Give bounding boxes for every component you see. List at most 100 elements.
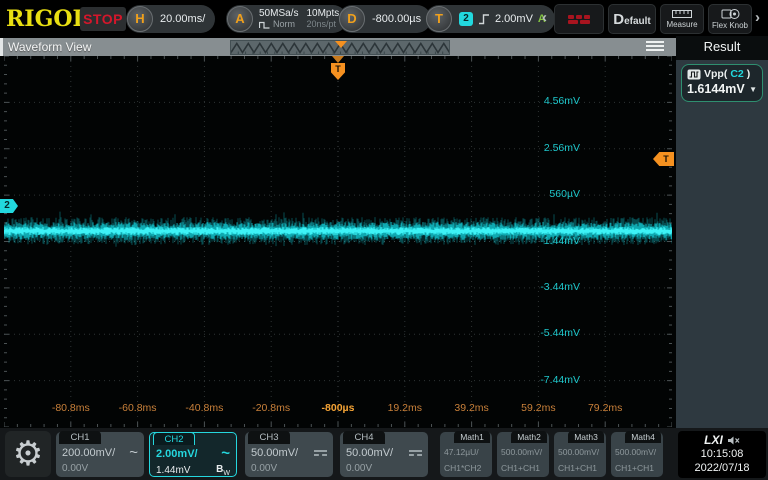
- math-expression: CH1+CH1: [501, 463, 540, 473]
- measure-button[interactable]: Measure: [660, 4, 704, 34]
- knob-icon: [720, 8, 740, 20]
- acquisition-group[interactable]: A 50MSa/s Norm 10Mpts 20ns/pt: [226, 5, 347, 33]
- oscilloscope-screen: RIGOL STOP H 20.00ms/ A 50MSa/s Norm 10M…: [0, 0, 768, 480]
- channel-tab: CH2: [153, 432, 195, 445]
- math-card-math2[interactable]: Math2 500.00mV/ CH1+CH1: [497, 432, 549, 477]
- math-tab: Math2: [511, 431, 547, 443]
- gear-icon: ⚙: [13, 435, 43, 473]
- waveform-view-tab-bar: Waveform View: [0, 38, 676, 56]
- math-scale: 47.12µU/: [444, 447, 479, 457]
- result-panel-title: Result: [676, 36, 768, 60]
- time-axis-label: 19.2ms: [388, 402, 422, 414]
- speaker-muted-icon: [727, 435, 740, 446]
- voltage-axis-label: -1.44mV: [540, 235, 580, 247]
- time-axis-label: -800µs: [322, 402, 355, 414]
- channel-card-ch3[interactable]: CH3 50.00mV/ 0.00V: [245, 432, 333, 477]
- channel-scale: 50.00mV/: [251, 447, 298, 459]
- channel-offset: 0.00V: [62, 463, 88, 474]
- trigger-level-value: 2.00mV: [495, 13, 533, 25]
- measurement-name: Vpp(: [704, 68, 727, 80]
- hamburger-menu-icon[interactable]: [646, 41, 664, 53]
- measurement-name-suffix: ): [747, 68, 751, 80]
- channel-offset: 0.00V: [251, 463, 277, 474]
- tab-accent: [0, 38, 3, 56]
- channel-card-ch1[interactable]: CH1 200.00mV/~ 0.00V: [56, 432, 144, 477]
- default-button[interactable]: Default: [608, 4, 656, 34]
- ac-coupling-icon: ~: [221, 449, 230, 459]
- measurement-type-icon: [687, 69, 701, 80]
- waveform-overview-strip[interactable]: [230, 40, 450, 55]
- dc-coupling-icon: [314, 450, 327, 457]
- measurement-source: C2: [730, 68, 743, 80]
- run-state-badge[interactable]: STOP: [80, 7, 126, 31]
- channel-tab: CH4: [343, 431, 385, 444]
- measurement-card[interactable]: Vpp(C2) 1.6144mV ▼: [681, 64, 763, 102]
- channel-offset: 0.00V: [346, 463, 372, 474]
- h-knob-button[interactable]: H: [127, 6, 153, 32]
- chevron-left-icon[interactable]: ‹: [542, 9, 547, 26]
- voltage-axis-label: -5.44mV: [540, 327, 580, 339]
- ruler-icon: [672, 9, 692, 19]
- channel-scale: 2.00mV/: [156, 448, 198, 460]
- horizontal-scale-value: 20.00ms/: [153, 13, 215, 25]
- waveform-display: 4.56mV2.56mV560µV-1.44mV-3.44mV-5.44mV-7…: [0, 56, 676, 428]
- sample-interval-value: 20ns/pt: [306, 19, 339, 30]
- math-scale: 500.00mV/: [558, 447, 599, 457]
- flex-knob-button-label: Flex Knob: [712, 21, 748, 30]
- math-tab: Math1: [454, 431, 490, 443]
- default-button-label: Default: [613, 11, 651, 28]
- waveform-view-tab[interactable]: Waveform View: [8, 40, 91, 54]
- voltage-axis-label: 560µV: [549, 188, 580, 200]
- trigger-slope-icon: [478, 13, 490, 25]
- channel-tab: CH1: [59, 431, 101, 444]
- math-expression: CH1*CH2: [444, 463, 481, 473]
- time-axis-label: -40.8ms: [185, 402, 223, 414]
- d-knob-button[interactable]: D: [339, 6, 365, 32]
- rigol-logo: RIGOL: [6, 6, 88, 32]
- channel-card-ch4[interactable]: CH4 50.00mV/ 0.00V: [340, 432, 428, 477]
- math-card-math4[interactable]: Math4 500.00mV/ CH1+CH1: [611, 432, 663, 477]
- delay-group[interactable]: D -800.00µs: [338, 5, 431, 33]
- function-menu-button[interactable]: ⚙: [5, 431, 51, 477]
- top-bar: RIGOL STOP H 20.00ms/ A 50MSa/s Norm 10M…: [0, 0, 768, 38]
- stop-led-icon: [568, 14, 590, 25]
- horizontal-scale-group[interactable]: H 20.00ms/: [126, 5, 215, 33]
- system-status-block[interactable]: LXI 10:15:08 2022/07/18: [678, 431, 766, 478]
- delay-value: -800.00µs: [365, 13, 431, 25]
- voltage-axis-label: -3.44mV: [540, 281, 580, 293]
- time-axis-label: -20.8ms: [252, 402, 290, 414]
- chevron-right-icon[interactable]: ›: [755, 9, 760, 26]
- channel-card-ch2[interactable]: CH2 2.00mV/ ~ 1.44mV BW: [149, 432, 237, 477]
- trigger-position-outline-icon: [332, 56, 344, 63]
- time-axis-label: -80.8ms: [52, 402, 90, 414]
- math-card-math3[interactable]: Math3 500.00mV/ CH1+CH1: [554, 432, 606, 477]
- math-scale: 500.00mV/: [501, 447, 542, 457]
- chevron-down-icon[interactable]: ▼: [749, 85, 757, 94]
- overview-trigger-position-icon: [335, 41, 347, 48]
- clock-time: 10:15:08: [678, 447, 766, 461]
- voltage-axis-label: -7.44mV: [540, 374, 580, 386]
- lxi-logo: LXI: [704, 433, 723, 447]
- quick-stop-button[interactable]: [554, 4, 604, 34]
- memory-depth-value: 10Mpts: [306, 8, 339, 19]
- time-axis-label: 39.2ms: [454, 402, 488, 414]
- result-panel: Result Vpp(C2) 1.6144mV ▼: [676, 36, 768, 428]
- trigger-source-badge: 2: [459, 12, 473, 26]
- t-knob-button[interactable]: T: [426, 6, 452, 32]
- channel-offset: 1.44mV: [156, 465, 190, 476]
- sample-rate-value: 50MSa/s: [259, 8, 298, 19]
- bandwidth-limit-badge: BW: [216, 464, 230, 477]
- channel-scale: 200.00mV/: [62, 447, 115, 459]
- a-knob-button[interactable]: A: [227, 6, 253, 32]
- channel-scale: 50.00mV/: [346, 447, 393, 459]
- clock-date: 2022/07/18: [678, 461, 766, 475]
- bottom-bar: ⚙ CH1 200.00mV/~ 0.00V CH2 2.00mV/ ~ 1.44…: [0, 428, 768, 480]
- time-axis-label: -60.8ms: [119, 402, 157, 414]
- flex-knob-button[interactable]: Flex Knob: [708, 4, 752, 34]
- acquisition-mode-icon: [259, 21, 270, 29]
- trigger-group[interactable]: T 2 2.00mV A: [425, 5, 555, 33]
- voltage-axis-label: 2.56mV: [544, 142, 580, 154]
- acquisition-mode-label: Norm: [273, 19, 295, 30]
- math-tab: Math4: [625, 431, 661, 443]
- math-card-math1[interactable]: Math1 47.12µU/ CH1*CH2: [440, 432, 492, 477]
